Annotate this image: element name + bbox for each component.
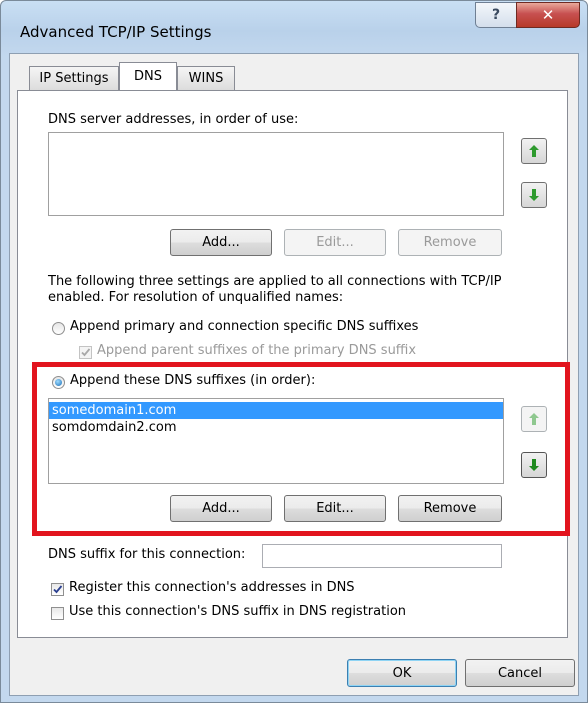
suffix-move-up-button[interactable] [521,406,547,432]
button-label: Remove [423,235,477,250]
ok-button[interactable]: OK [347,659,457,687]
tab-label: DNS [134,69,162,84]
button-label: Add... [202,235,240,250]
dns-server-remove-button[interactable]: Remove [398,229,502,256]
list-item[interactable]: somedomain1.com [49,402,503,419]
dns-servers-label: DNS server addresses, in order of use: [48,112,299,127]
window-title: Advanced TCP/IP Settings [20,23,212,41]
append-parent-checkbox[interactable] [79,346,92,359]
tab-ip-settings[interactable]: IP Settings [29,66,119,90]
append-primary-radio[interactable] [52,322,65,335]
tab-label: IP Settings [39,71,109,86]
connection-suffix-input[interactable] [262,544,502,568]
list-item[interactable]: somdomdain2.com [49,419,503,436]
radio-selected-dot [55,379,62,386]
checkmark-icon [53,585,63,594]
dns-server-list[interactable] [48,132,504,216]
title-bar[interactable]: Advanced TCP/IP Settings ? ✕ [1,1,587,53]
register-checkbox[interactable] [51,583,64,596]
append-parent-label: Append parent suffixes of the primary DN… [97,343,417,358]
dns-server-move-down-button[interactable] [521,182,547,208]
close-button[interactable]: ✕ [516,2,580,28]
arrow-down-icon [529,189,539,201]
suffix-remove-button[interactable]: Remove [398,495,502,522]
connection-suffix-label: DNS suffix for this connection: [48,547,246,562]
button-label: Edit... [316,501,354,516]
close-icon: ✕ [541,6,555,24]
help-button[interactable]: ? [475,2,517,28]
append-primary-label[interactable]: Append primary and connection specific D… [70,319,418,334]
button-label: OK [392,665,412,681]
cancel-button[interactable]: Cancel [465,659,575,687]
checkmark-icon [81,348,91,357]
tab-label: WINS [188,71,224,86]
button-label: Add... [202,501,240,516]
tab-wins[interactable]: WINS [177,66,235,90]
description-line-1: The following three settings are applied… [48,274,502,289]
suffix-move-down-button[interactable] [521,452,547,478]
suffix-add-button[interactable]: Add... [170,495,272,522]
use-suffix-checkbox[interactable] [51,607,64,620]
arrow-up-icon [529,413,539,425]
button-label: Edit... [316,235,354,250]
dns-suffix-list[interactable]: somedomain1.com somdomdain2.com [48,398,504,484]
tab-dns[interactable]: DNS [119,62,177,90]
use-suffix-label[interactable]: Use this connection's DNS suffix in DNS … [69,604,406,619]
question-mark-icon: ? [491,7,501,23]
dns-server-edit-button[interactable]: Edit... [284,229,386,256]
arrow-down-icon [529,459,539,471]
dns-server-move-up-button[interactable] [521,138,547,164]
append-these-label[interactable]: Append these DNS suffixes (in order): [70,373,315,388]
register-label[interactable]: Register this connection's addresses in … [69,580,355,595]
dns-server-add-button[interactable]: Add... [170,229,272,256]
button-label: Cancel [497,665,543,681]
append-these-radio[interactable] [52,376,65,389]
button-label: Remove [423,501,477,516]
description-line-2: enabled. For resolution of unqualified n… [48,290,344,305]
suffix-edit-button[interactable]: Edit... [284,495,386,522]
arrow-up-icon [529,145,539,157]
